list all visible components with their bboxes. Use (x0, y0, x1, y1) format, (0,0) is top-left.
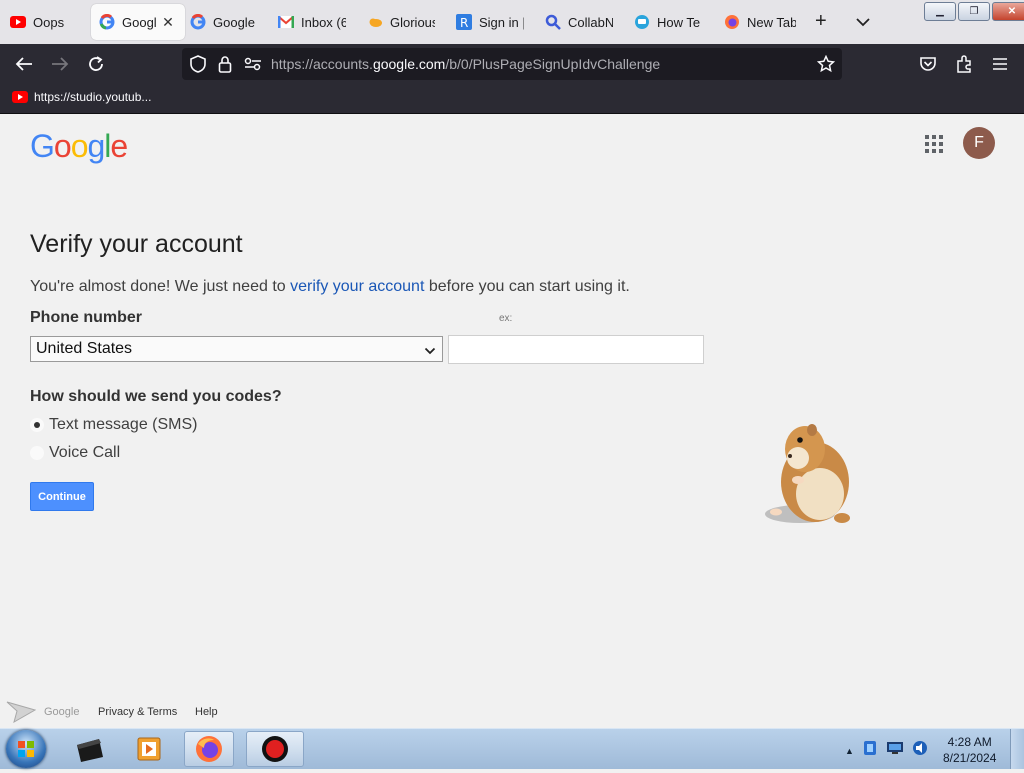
extensions-icon[interactable] (954, 54, 974, 74)
youtube-icon (10, 14, 26, 30)
hamster-icon (760, 414, 860, 529)
tab-google-2[interactable]: Google A (190, 4, 258, 40)
tab-sign-in[interactable]: R Sign in | (456, 4, 524, 40)
reload-icon[interactable] (86, 54, 106, 74)
taskbar: ▲ 4:28 AM 8/21/2024 (0, 728, 1024, 769)
back-icon[interactable] (14, 54, 34, 74)
url-domain: google.com (372, 56, 446, 72)
tab-oops[interactable]: Oops (10, 4, 80, 40)
country-value: United States (36, 340, 133, 357)
show-desktop-button[interactable] (1010, 729, 1024, 769)
verify-account-link[interactable]: verify your account (290, 278, 424, 295)
taskbar-app-box-icon[interactable] (64, 731, 114, 767)
send-codes-label: How should we send you codes? (30, 388, 282, 405)
intro-text: You're almost done! We just need to veri… (30, 278, 630, 295)
tab-google-active[interactable]: Googl ✕ (91, 4, 185, 40)
r-icon: R (456, 14, 472, 30)
pocket-icon[interactable] (918, 54, 938, 74)
clock-time: 4:28 AM (947, 735, 992, 749)
option-label: Text message (SMS) (49, 416, 198, 433)
bookmarks-bar: https://studio.youtub... (0, 84, 1024, 114)
footer-google: Google (44, 706, 80, 718)
google-icon (99, 14, 115, 30)
option-label: Voice Call (49, 444, 121, 461)
magnifier-icon (545, 14, 561, 30)
google-logo[interactable]: Google (30, 126, 128, 166)
forward-icon[interactable] (50, 54, 70, 74)
chevron-down-icon (424, 343, 436, 361)
system-tray: ▲ (845, 740, 928, 761)
navigation-toolbar: https://accounts.google.com/b/0/PlusPage… (0, 44, 1024, 84)
radio-sms[interactable] (30, 418, 44, 432)
new-tab-icon[interactable]: + (815, 11, 827, 31)
tab-collabn[interactable]: CollabN (545, 4, 613, 40)
option-text-message[interactable]: Text message (SMS) (30, 416, 197, 434)
radio-voice[interactable] (30, 446, 44, 460)
gmail-icon (278, 14, 294, 30)
window-close-icon[interactable]: ✕ (992, 2, 1024, 21)
phone-example-hint: ex: (499, 313, 513, 324)
windows-logo-icon (18, 741, 34, 757)
tracking-shield-icon[interactable] (188, 54, 208, 74)
network-icon[interactable] (886, 741, 904, 760)
radio-selected-dot (34, 422, 40, 428)
url-prefix: https://accounts. (271, 56, 373, 72)
privacy-terms-link[interactable]: Privacy & Terms (98, 706, 177, 718)
page-footer: Google Privacy & Terms Help (0, 698, 1024, 726)
menu-icon[interactable] (990, 54, 1010, 74)
phone-number-input[interactable] (448, 335, 704, 364)
tab-new-tab[interactable]: New Tab (724, 4, 796, 40)
window-controls: ▁ ❐ ✕ (924, 2, 1024, 21)
phone-number-label: Phone number (30, 309, 143, 326)
volume-icon[interactable] (912, 740, 928, 761)
tab-glorious[interactable]: Glorious (367, 4, 435, 40)
google-icon (190, 14, 206, 30)
show-hidden-icons-icon[interactable]: ▲ (845, 746, 854, 756)
cloud-icon (367, 14, 383, 30)
tray-app-icon[interactable] (862, 740, 878, 761)
apps-grid-icon[interactable] (925, 135, 943, 153)
taskbar-firefox-icon[interactable] (184, 731, 234, 767)
restore-icon[interactable]: ❐ (958, 2, 990, 21)
clock[interactable]: 4:28 AM 8/21/2024 (943, 734, 996, 766)
firefox-icon (724, 14, 740, 30)
page-content: Google F Verify your account You're almo… (0, 114, 1024, 728)
option-voice-call[interactable]: Voice Call (30, 444, 120, 462)
continue-button[interactable]: Continue (30, 482, 94, 511)
account-avatar[interactable]: F (963, 127, 995, 159)
address-bar[interactable]: https://accounts.google.com/b/0/PlusPage… (182, 48, 842, 80)
url-path: /b/0/PlusPageSignUpIdvChallenge (445, 56, 661, 72)
youtube-icon (12, 91, 28, 103)
tab-list-chevron-icon[interactable] (856, 14, 870, 32)
help-link[interactable]: Help (195, 706, 218, 718)
clock-date: 8/21/2024 (943, 751, 997, 765)
close-tab-icon[interactable]: ✕ (160, 14, 176, 31)
taskbar-recorder-icon[interactable] (246, 731, 304, 767)
bookmark-star-icon[interactable] (816, 54, 836, 74)
tab-how-te[interactable]: How Te (634, 4, 704, 40)
tab-strip: Oops Googl ✕ Google A Inbox (6 Glorious … (0, 0, 1024, 44)
minimize-icon[interactable]: ▁ (924, 2, 956, 21)
start-button[interactable] (6, 730, 46, 768)
lock-icon[interactable] (215, 54, 235, 74)
bookmark-label: https://studio.youtub... (34, 90, 152, 104)
url-text[interactable]: https://accounts.google.com/b/0/PlusPage… (271, 56, 660, 72)
svg-text:R: R (460, 16, 468, 30)
page-title: Verify your account (30, 230, 243, 258)
taskbar-media-player-icon[interactable] (124, 731, 174, 767)
permissions-icon[interactable] (243, 54, 263, 74)
country-select[interactable]: United States (30, 336, 443, 362)
tab-inbox[interactable]: Inbox (6 (278, 4, 346, 40)
bookmark-youtube-studio[interactable]: https://studio.youtub... (12, 90, 151, 104)
chat-icon (634, 14, 650, 30)
